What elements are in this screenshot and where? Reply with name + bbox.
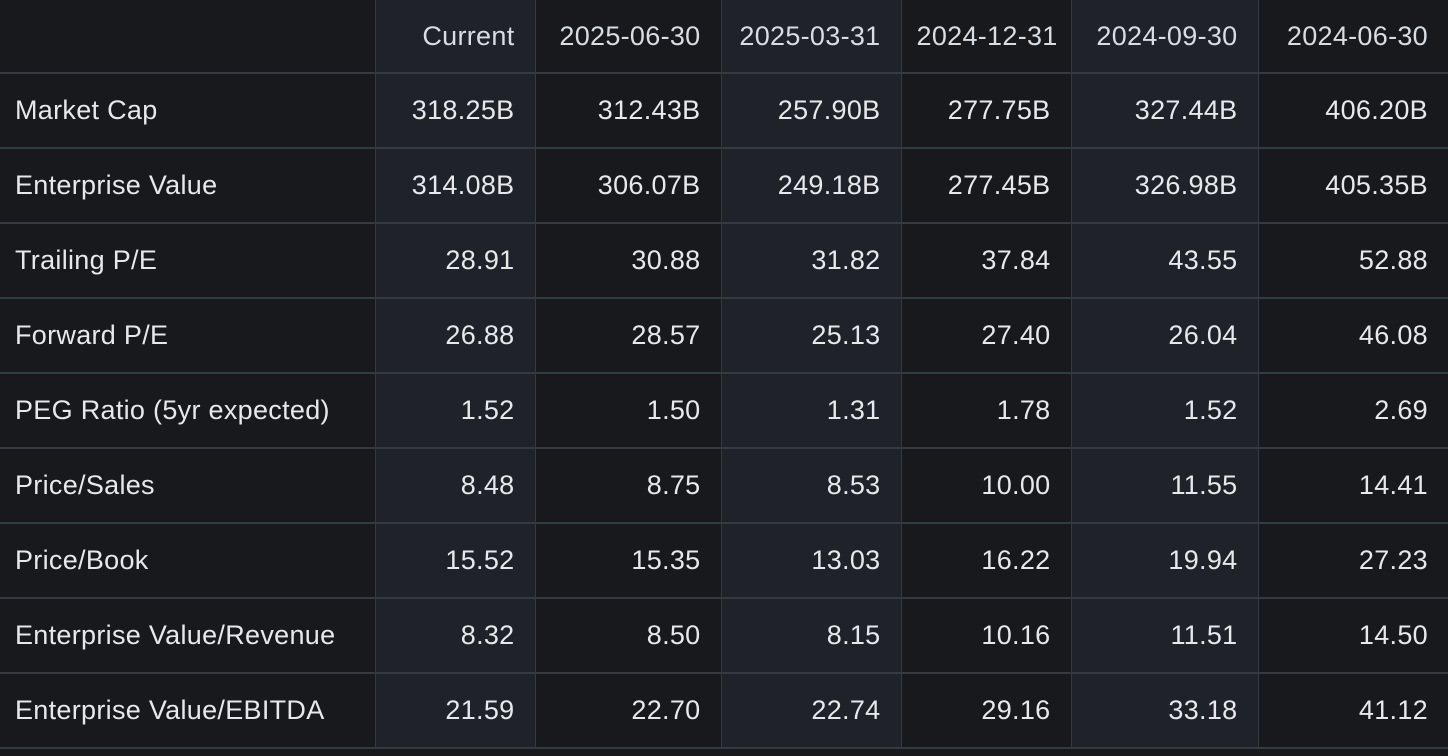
value-cell-2024-06-30: 41.12 <box>1258 673 1448 749</box>
value-cell-2025-06-30: 8.75 <box>535 448 722 524</box>
table-header: Current 2025-06-30 2025-03-31 2024-12-31… <box>0 0 1448 74</box>
value-cell-2024-06-30: 14.50 <box>1258 598 1448 674</box>
value-cell-2025-03-31: 25.13 <box>721 298 902 374</box>
header-row: Current 2025-06-30 2025-03-31 2024-12-31… <box>0 0 1448 74</box>
row-label: Trailing P/E <box>0 223 376 299</box>
value-cell-2024-06-30: 14.41 <box>1258 448 1448 524</box>
value-cell-2025-06-30: 22.70 <box>535 673 722 749</box>
value-cell-current: 15.52 <box>375 523 536 599</box>
row-label: PEG Ratio (5yr expected) <box>0 373 376 449</box>
table-row: Price/Sales 8.48 8.75 8.53 10.00 11.55 14.41 <box>0 448 1448 524</box>
value-cell-2024-09-30: 33.18 <box>1071 673 1259 749</box>
table-row: Forward P/E 26.88 28.57 25.13 27.40 26.04 46.0… <box>0 298 1448 374</box>
value-cell-2024-09-30: 326.98B <box>1071 148 1259 224</box>
table-row: Enterprise Value 314.08B 306.07B 249.18B 277… <box>0 148 1448 224</box>
column-header-2024-12-31: 2024-12-31 <box>901 0 1072 74</box>
value-cell-2024-06-30: 27.23 <box>1258 523 1448 599</box>
value-cell-2025-03-31: 1.31 <box>721 373 902 449</box>
value-cell-2025-06-30: 312.43B <box>535 73 722 149</box>
row-label: Enterprise Value/Revenue <box>0 598 376 674</box>
value-cell-2024-12-31: 10.16 <box>901 598 1072 674</box>
value-cell-2025-06-30: 30.88 <box>535 223 722 299</box>
column-header-2024-06-30: 2024-06-30 <box>1258 0 1448 74</box>
value-cell-2024-09-30: 11.51 <box>1071 598 1259 674</box>
value-cell-current: 28.91 <box>375 223 536 299</box>
value-cell-current: 26.88 <box>375 298 536 374</box>
value-cell-2025-06-30: 1.50 <box>535 373 722 449</box>
value-cell-2024-09-30: 19.94 <box>1071 523 1259 599</box>
value-cell-2025-03-31: 8.15 <box>721 598 902 674</box>
table-row: Enterprise Value/EBITDA 21.59 22.70 22.74 29… <box>0 673 1448 749</box>
value-cell-2025-03-31: 257.90B <box>721 73 902 149</box>
value-cell-2024-12-31: 10.00 <box>901 448 1072 524</box>
value-cell-2024-09-30: 26.04 <box>1071 298 1259 374</box>
table-row: PEG Ratio (5yr expected) 1.52 1.50 1.31 1.78… <box>0 373 1448 449</box>
value-cell-2025-03-31: 8.53 <box>721 448 902 524</box>
value-cell-2024-09-30: 1.52 <box>1071 373 1259 449</box>
value-cell-2024-06-30: 46.08 <box>1258 298 1448 374</box>
table-row: Market Cap 318.25B 312.43B 257.90B 277.75B 32… <box>0 73 1448 149</box>
value-cell-2024-12-31: 27.40 <box>901 298 1072 374</box>
value-cell-2024-12-31: 1.78 <box>901 373 1072 449</box>
value-cell-2025-06-30: 15.35 <box>535 523 722 599</box>
value-cell-2024-12-31: 277.45B <box>901 148 1072 224</box>
value-cell-2024-06-30: 405.35B <box>1258 148 1448 224</box>
value-cell-2024-06-30: 2.69 <box>1258 373 1448 449</box>
value-cell-current: 318.25B <box>375 73 536 149</box>
row-label: Enterprise Value/EBITDA <box>0 673 376 749</box>
value-cell-2025-06-30: 28.57 <box>535 298 722 374</box>
value-cell-current: 314.08B <box>375 148 536 224</box>
column-header-2025-06-30: 2025-06-30 <box>535 0 722 74</box>
row-label: Price/Sales <box>0 448 376 524</box>
value-cell-2024-12-31: 37.84 <box>901 223 1072 299</box>
value-cell-2024-12-31: 29.16 <box>901 673 1072 749</box>
value-cell-current: 8.32 <box>375 598 536 674</box>
value-cell-2024-09-30: 11.55 <box>1071 448 1259 524</box>
value-cell-2024-06-30: 406.20B <box>1258 73 1448 149</box>
value-cell-2024-09-30: 43.55 <box>1071 223 1259 299</box>
value-cell-2024-12-31: 277.75B <box>901 73 1072 149</box>
value-cell-current: 1.52 <box>375 373 536 449</box>
value-cell-2025-06-30: 306.07B <box>535 148 722 224</box>
value-cell-current: 8.48 <box>375 448 536 524</box>
table-row: Enterprise Value/Revenue 8.32 8.50 8.15 10.1… <box>0 598 1448 674</box>
value-cell-2025-03-31: 22.74 <box>721 673 902 749</box>
column-header-2024-09-30: 2024-09-30 <box>1071 0 1259 74</box>
value-cell-2024-06-30: 52.88 <box>1258 223 1448 299</box>
row-label: Enterprise Value <box>0 148 376 224</box>
value-cell-2025-03-31: 249.18B <box>721 148 902 224</box>
value-cell-2024-12-31: 16.22 <box>901 523 1072 599</box>
value-cell-current: 21.59 <box>375 673 536 749</box>
column-header-current: Current <box>375 0 536 74</box>
value-cell-2025-03-31: 31.82 <box>721 223 902 299</box>
header-label-cell <box>0 0 376 74</box>
row-label: Market Cap <box>0 73 376 149</box>
column-header-2025-03-31: 2025-03-31 <box>721 0 902 74</box>
value-cell-2025-06-30: 8.50 <box>535 598 722 674</box>
table-row: Price/Book 15.52 15.35 13.03 16.22 19.94 27.23 <box>0 523 1448 599</box>
value-cell-2024-09-30: 327.44B <box>1071 73 1259 149</box>
row-label: Price/Book <box>0 523 376 599</box>
row-label: Forward P/E <box>0 298 376 374</box>
valuation-measures-table: Current 2025-06-30 2025-03-31 2024-12-31… <box>0 0 1448 749</box>
value-cell-2025-03-31: 13.03 <box>721 523 902 599</box>
table-body: Market Cap 318.25B 312.43B 257.90B 277.75B 32… <box>0 73 1448 749</box>
table-row: Trailing P/E 28.91 30.88 31.82 37.84 43.55 52.… <box>0 223 1448 299</box>
